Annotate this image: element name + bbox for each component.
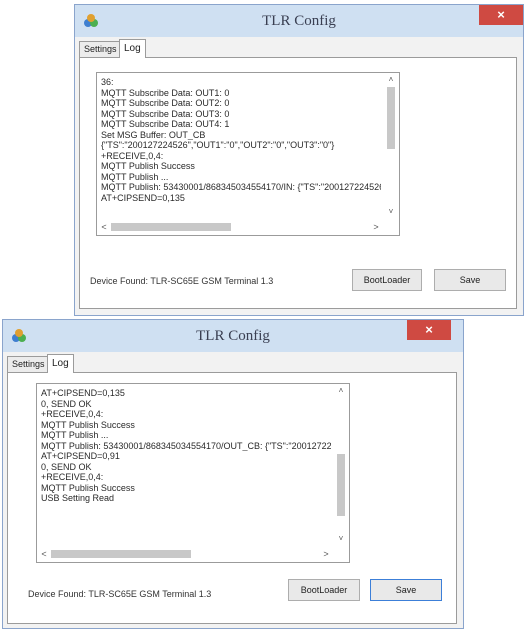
log-line: MQTT Publish Success bbox=[101, 161, 195, 171]
horizontal-scrollbar[interactable]: < > bbox=[37, 546, 333, 562]
device-status: Device Found: TLR-SC65E GSM Terminal 1.3 bbox=[28, 589, 212, 599]
log-line: MQTT Subscribe Data: OUT1: 0 bbox=[101, 87, 230, 98]
log-line: USB Setting Read bbox=[41, 493, 115, 503]
tab-settings[interactable]: Settings bbox=[7, 356, 50, 372]
window-title: TLR Config bbox=[262, 13, 336, 29]
save-button[interactable]: Save bbox=[434, 269, 506, 291]
tlr-config-window: TLR Config × Settings Log 36: MQTT Subsc… bbox=[74, 4, 524, 316]
scroll-up-icon[interactable]: ˄ bbox=[333, 384, 349, 398]
log-textarea[interactable]: AT+CIPSEND=0,135 0, SEND OK +RECEIVE,0,4… bbox=[36, 383, 350, 563]
log-line: MQTT Publish: 53430001/868345034554170/O… bbox=[41, 440, 331, 451]
log-line: +RECEIVE,0,4: bbox=[41, 409, 104, 419]
log-line: +RECEIVE,0,4: bbox=[41, 472, 104, 482]
vertical-scroll-thumb[interactable] bbox=[387, 87, 395, 149]
scroll-down-icon[interactable]: ˅ bbox=[333, 532, 349, 546]
log-line: AT+CIPSEND=0,135 bbox=[41, 388, 125, 398]
scroll-right-icon[interactable]: > bbox=[319, 546, 333, 562]
log-line: MQTT Subscribe Data: OUT4: 1 bbox=[101, 119, 230, 129]
log-line: AT+CIPSEND=0,91 bbox=[41, 451, 120, 461]
log-line: Set MSG Buffer: OUT_CB bbox=[101, 129, 206, 140]
scroll-left-icon[interactable]: < bbox=[97, 219, 111, 235]
close-button[interactable]: × bbox=[479, 5, 523, 25]
vertical-scrollbar[interactable]: ˄ ˅ bbox=[383, 73, 399, 219]
log-tab-panel: 36: MQTT Subscribe Data: OUT1: 0 MQTT Su… bbox=[79, 57, 517, 309]
log-lines: AT+CIPSEND=0,135 0, SEND OK +RECEIVE,0,4… bbox=[41, 388, 331, 544]
close-button[interactable]: × bbox=[407, 320, 451, 340]
tab-settings[interactable]: Settings bbox=[79, 41, 122, 57]
scroll-left-icon[interactable]: < bbox=[37, 546, 51, 562]
log-line: MQTT Subscribe Data: OUT3: 0 bbox=[101, 108, 230, 119]
log-textarea[interactable]: 36: MQTT Subscribe Data: OUT1: 0 MQTT Su… bbox=[96, 72, 400, 236]
log-line: 0, SEND OK bbox=[41, 398, 92, 409]
log-line: MQTT Publish ... bbox=[41, 430, 109, 440]
tlr-config-window: TLR Config × Settings Log AT+CIPSEND=0,1… bbox=[2, 319, 464, 629]
title-bar[interactable]: TLR Config × bbox=[75, 5, 523, 37]
bootloader-button[interactable]: BootLoader bbox=[288, 579, 360, 601]
scroll-right-icon[interactable]: > bbox=[369, 219, 383, 235]
log-line: MQTT Publish Success bbox=[41, 482, 135, 493]
scroll-down-icon[interactable]: ˅ bbox=[383, 205, 399, 219]
tab-log[interactable]: Log bbox=[119, 39, 146, 58]
log-line: MQTT Publish Success bbox=[41, 419, 135, 430]
log-line: AT+CIPSEND=0,135 bbox=[101, 192, 185, 203]
log-line: MQTT Publish: 53430001/868345034554170/I… bbox=[101, 182, 381, 192]
device-status: Device Found: TLR-SC65E GSM Terminal 1.3 bbox=[90, 276, 274, 286]
tab-log[interactable]: Log bbox=[47, 354, 74, 373]
horizontal-scroll-thumb[interactable] bbox=[111, 223, 231, 231]
scroll-up-icon[interactable]: ˄ bbox=[383, 73, 399, 87]
log-line: {"TS":"200127224526","OUT1":"0","OUT2":"… bbox=[101, 140, 335, 150]
horizontal-scroll-thumb[interactable] bbox=[51, 550, 191, 558]
vertical-scroll-thumb[interactable] bbox=[337, 454, 345, 516]
title-bar[interactable]: TLR Config × bbox=[3, 320, 463, 352]
log-line: 0, SEND OK bbox=[41, 461, 92, 472]
log-lines: 36: MQTT Subscribe Data: OUT1: 0 MQTT Su… bbox=[101, 77, 381, 217]
horizontal-scrollbar[interactable]: < > bbox=[97, 219, 383, 235]
log-line: MQTT Publish ... bbox=[101, 171, 169, 182]
log-line: +RECEIVE,0,4: bbox=[101, 150, 164, 161]
log-line: 36: bbox=[101, 77, 114, 87]
save-button[interactable]: Save bbox=[370, 579, 442, 601]
bootloader-button[interactable]: BootLoader bbox=[352, 269, 422, 291]
window-title: TLR Config bbox=[196, 328, 270, 344]
vertical-scrollbar[interactable]: ˄ ˅ bbox=[333, 384, 349, 546]
log-tab-panel: AT+CIPSEND=0,135 0, SEND OK +RECEIVE,0,4… bbox=[7, 372, 457, 624]
log-line: MQTT Subscribe Data: OUT2: 0 bbox=[101, 98, 230, 108]
